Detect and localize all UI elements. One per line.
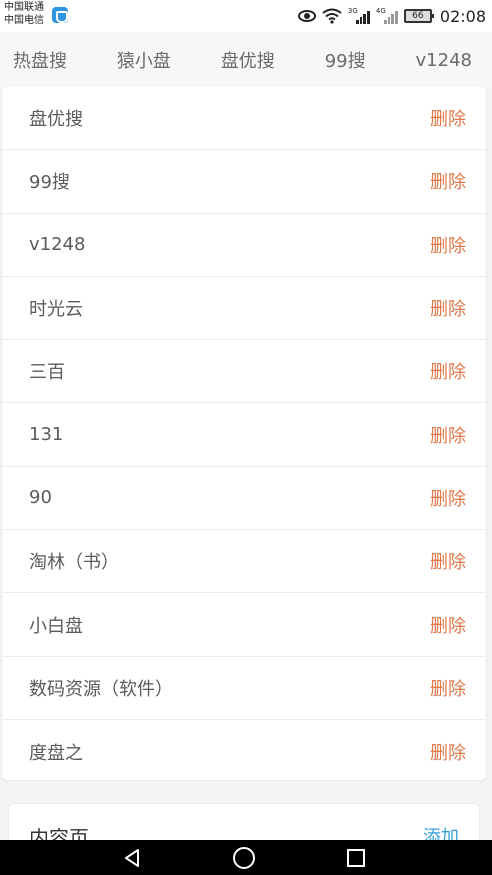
engine-name: 小白盘 <box>29 615 83 637</box>
delete-button[interactable]: 删除 <box>430 232 466 258</box>
engine-list: 盘优搜 删除 99搜 删除 v1248 删除 时光云 删除 三百 删除 131 … <box>1 87 487 781</box>
status-bar: 中国联通 中国电信 3G 4G 66 02:08 <box>0 0 492 32</box>
recents-icon[interactable] <box>326 840 386 875</box>
signal-4g-icon: 4G <box>376 8 398 24</box>
net-4g-label: 4G <box>375 7 386 15</box>
engine-name: 90 <box>29 487 52 509</box>
delete-button[interactable]: 删除 <box>430 675 466 701</box>
status-indicators: 3G 4G 66 02:08 <box>297 4 486 28</box>
tab-panyousou[interactable]: 盘优搜 <box>221 47 275 73</box>
wifi-icon <box>322 8 342 24</box>
tab-yuanxiaopan[interactable]: 猿小盘 <box>117 47 171 73</box>
carrier-1: 中国联通 <box>4 2 44 13</box>
home-icon[interactable] <box>214 840 274 875</box>
delete-button[interactable]: 删除 <box>430 739 466 765</box>
tab-reipansou[interactable]: 热盘搜 <box>13 47 67 73</box>
list-item: 时光云 删除 <box>2 277 486 341</box>
eye-icon <box>297 10 316 22</box>
net-3g-label: 3G <box>347 7 358 15</box>
delete-button[interactable]: 删除 <box>430 422 466 448</box>
shield-app-icon <box>52 7 68 23</box>
list-item: 度盘之 删除 <box>2 720 486 783</box>
back-icon[interactable] <box>102 840 162 875</box>
tab-v1248[interactable]: v1248 <box>416 50 472 71</box>
list-item: 数码资源（软件） 删除 <box>2 657 486 720</box>
delete-button[interactable]: 删除 <box>430 612 466 638</box>
battery-icon: 66 <box>403 9 434 23</box>
carrier-2: 中国电信 <box>4 15 44 26</box>
list-item: 90 删除 <box>2 467 486 531</box>
delete-button[interactable]: 删除 <box>430 105 466 131</box>
list-item: 三百 删除 <box>2 340 486 404</box>
list-item: 131 删除 <box>2 403 486 467</box>
carrier-info: 中国联通 中国电信 <box>4 1 44 27</box>
engine-name: 度盘之 <box>29 742 83 764</box>
delete-button[interactable]: 删除 <box>430 168 466 194</box>
engine-name: 时光云 <box>29 299 83 321</box>
system-nav-bar <box>0 840 492 875</box>
list-item: 淘林（书） 删除 <box>2 530 486 594</box>
engine-name: 三百 <box>29 362 65 384</box>
delete-button[interactable]: 删除 <box>430 548 466 574</box>
list-item: 小白盘 删除 <box>2 593 486 657</box>
list-item: 盘优搜 删除 <box>2 87 486 151</box>
delete-button[interactable]: 删除 <box>430 295 466 321</box>
engine-name: v1248 <box>29 234 86 256</box>
engine-name: 淘林（书） <box>29 552 119 574</box>
signal-3g-icon: 3G <box>348 8 370 24</box>
engine-name: 数码资源（软件） <box>29 678 173 700</box>
clock: 02:08 <box>439 6 486 26</box>
engine-name: 99搜 <box>29 172 70 194</box>
engine-name: 盘优搜 <box>29 109 83 131</box>
engine-name: 131 <box>29 424 64 446</box>
delete-button[interactable]: 删除 <box>430 485 466 511</box>
list-item: 99搜 删除 <box>2 150 486 214</box>
tab-99sou[interactable]: 99搜 <box>325 47 366 73</box>
engine-tabbar: 热盘搜 猿小盘 盘优搜 99搜 v1248 <box>0 32 492 88</box>
list-item: v1248 删除 <box>2 214 486 277</box>
delete-button[interactable]: 删除 <box>430 358 466 384</box>
